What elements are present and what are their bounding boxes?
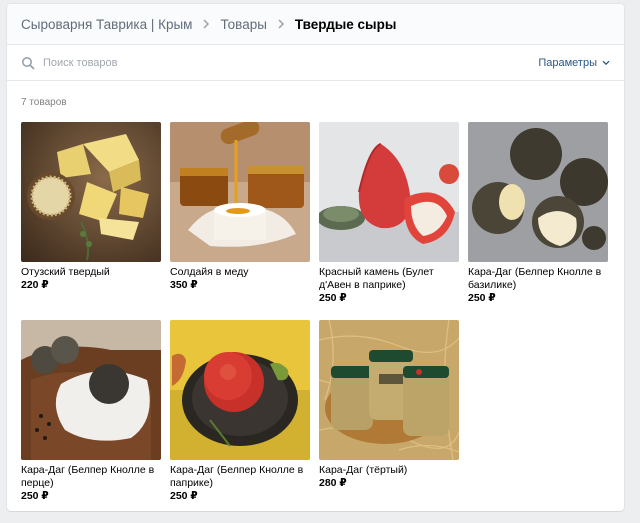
breadcrumb: Сыроварня Таврика | Крым Товары Твердые … <box>7 4 624 45</box>
items-count: 7 товаров <box>21 97 67 108</box>
chevron-right-icon <box>198 16 214 32</box>
product-card[interactable]: Красный камень (Булет д'Авен в паприке) … <box>319 122 459 305</box>
product-image[interactable] <box>21 320 161 460</box>
product-card[interactable]: Отузский твердый 220 ₽ <box>21 122 161 292</box>
product-image[interactable] <box>468 122 608 262</box>
chevron-right-icon <box>273 16 289 32</box>
product-image[interactable] <box>170 320 310 460</box>
product-card[interactable]: Кара-Даг (Белпер Кнолле в перце) 250 ₽ <box>21 320 161 503</box>
product-price: 250 ₽ <box>468 292 496 304</box>
product-price: 280 ₽ <box>319 477 347 489</box>
product-price: 220 ₽ <box>21 279 49 291</box>
search-icon <box>21 56 35 70</box>
product-price: 350 ₽ <box>170 279 198 291</box>
chevron-down-icon <box>602 60 610 65</box>
product-name[interactable]: Солдайя в меду <box>170 266 310 279</box>
breadcrumb-shop[interactable]: Сыроварня Таврика | Крым <box>21 17 192 32</box>
breadcrumb-products[interactable]: Товары <box>220 17 266 32</box>
product-image[interactable] <box>319 320 459 460</box>
product-image[interactable] <box>170 122 310 262</box>
product-name[interactable]: Кара-Даг (Белпер Кнолле в перце) <box>21 464 161 490</box>
product-name[interactable]: Красный камень (Булет д'Авен в паприке) <box>319 266 459 292</box>
product-image[interactable] <box>21 122 161 262</box>
search-bar: Параметры <box>7 45 624 81</box>
product-name[interactable]: Кара-Даг (Белпер Кнолле в базилике) <box>468 266 608 292</box>
params-label: Параметры <box>538 56 597 69</box>
product-card[interactable]: Кара-Даг (Белпер Кнолле в базилике) 250 … <box>468 122 608 305</box>
search-input[interactable] <box>43 56 539 69</box>
product-name[interactable]: Кара-Даг (Белпер Кнолле в паприке) <box>170 464 310 490</box>
product-card[interactable]: Кара-Даг (тёртый) 280 ₽ <box>319 320 459 490</box>
market-panel: Сыроварня Таврика | Крым Товары Твердые … <box>7 4 624 511</box>
params-dropdown[interactable]: Параметры <box>538 57 610 69</box>
product-price: 250 ₽ <box>170 490 198 502</box>
product-image[interactable] <box>319 122 459 262</box>
product-name[interactable]: Кара-Даг (тёртый) <box>319 464 459 477</box>
product-price: 250 ₽ <box>21 490 49 502</box>
breadcrumb-category: Твердые сыры <box>294 16 397 32</box>
product-card[interactable]: Кара-Даг (Белпер Кнолле в паприке) 250 ₽ <box>170 320 310 503</box>
product-card[interactable]: Солдайя в меду 350 ₽ <box>170 122 310 292</box>
product-price: 250 ₽ <box>319 292 347 304</box>
product-name[interactable]: Отузский твердый <box>21 266 161 279</box>
